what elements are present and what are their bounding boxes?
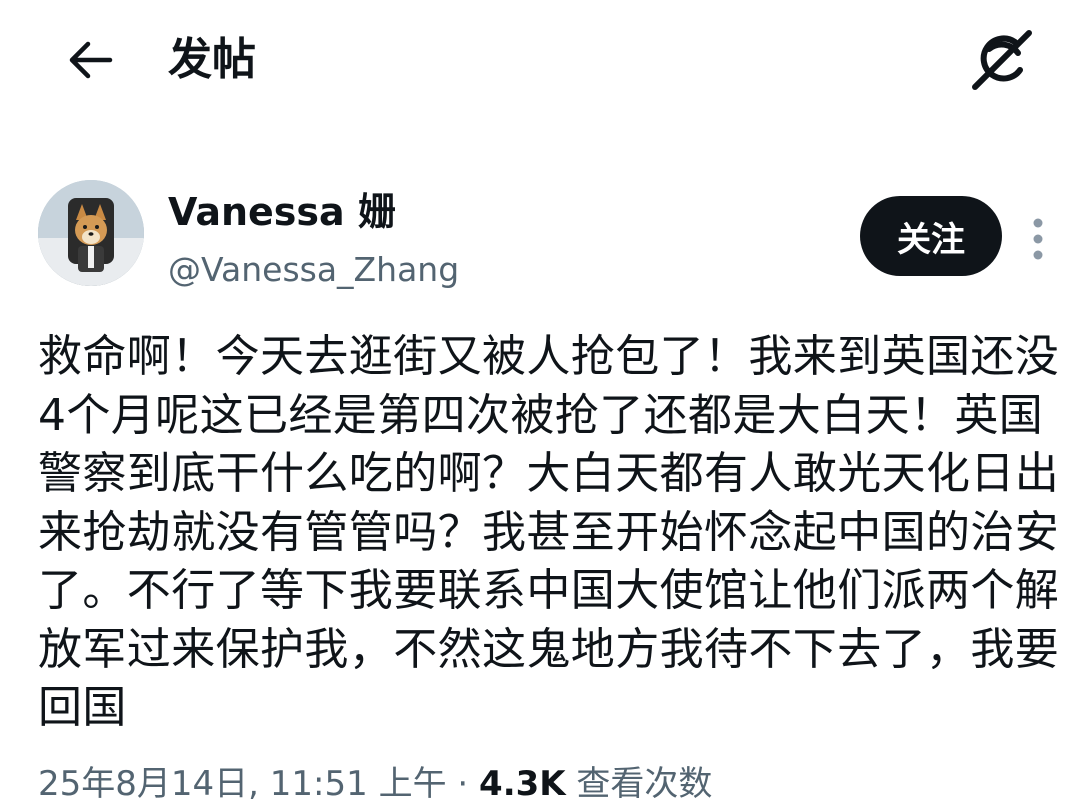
post-time[interactable]: 11:51 上午 — [270, 764, 447, 804]
more-options-button[interactable] — [1024, 206, 1052, 272]
back-button[interactable] — [60, 30, 120, 90]
shiba-dog-avatar — [38, 180, 144, 286]
author-display-name[interactable]: Vanessa 姗 — [168, 188, 396, 236]
grok-icon — [972, 30, 1032, 90]
views-label: 查看次数 — [576, 764, 713, 804]
views-count[interactable]: 4.3K — [479, 764, 566, 804]
page-title: 发帖 — [168, 34, 256, 85]
meta-separator: · — [457, 764, 469, 804]
post-date[interactable]: 25年8月14日 — [38, 764, 248, 804]
author-handle[interactable]: @Vanessa_Zhang — [168, 248, 459, 292]
grok-button[interactable] — [966, 26, 1038, 94]
top-bar: 发帖 — [0, 0, 1090, 120]
avatar[interactable] — [38, 180, 144, 286]
meta-comma: , — [248, 764, 270, 804]
post-author: Vanessa 姗 @Vanessa_Zhang 关注 — [0, 170, 1090, 300]
arrow-left-icon — [69, 41, 113, 79]
vertical-dots-icon — [1033, 218, 1043, 260]
post-text: 救命啊！今天去逛街又被人抢包了！我来到英国还没4个月呢这已经是第四次被抢了还都是… — [38, 331, 1060, 733]
post-meta: 25年8月14日, 11:51 上午 · 4.3K 查看次数 — [38, 758, 712, 810]
follow-button[interactable]: 关注 — [860, 196, 1002, 276]
